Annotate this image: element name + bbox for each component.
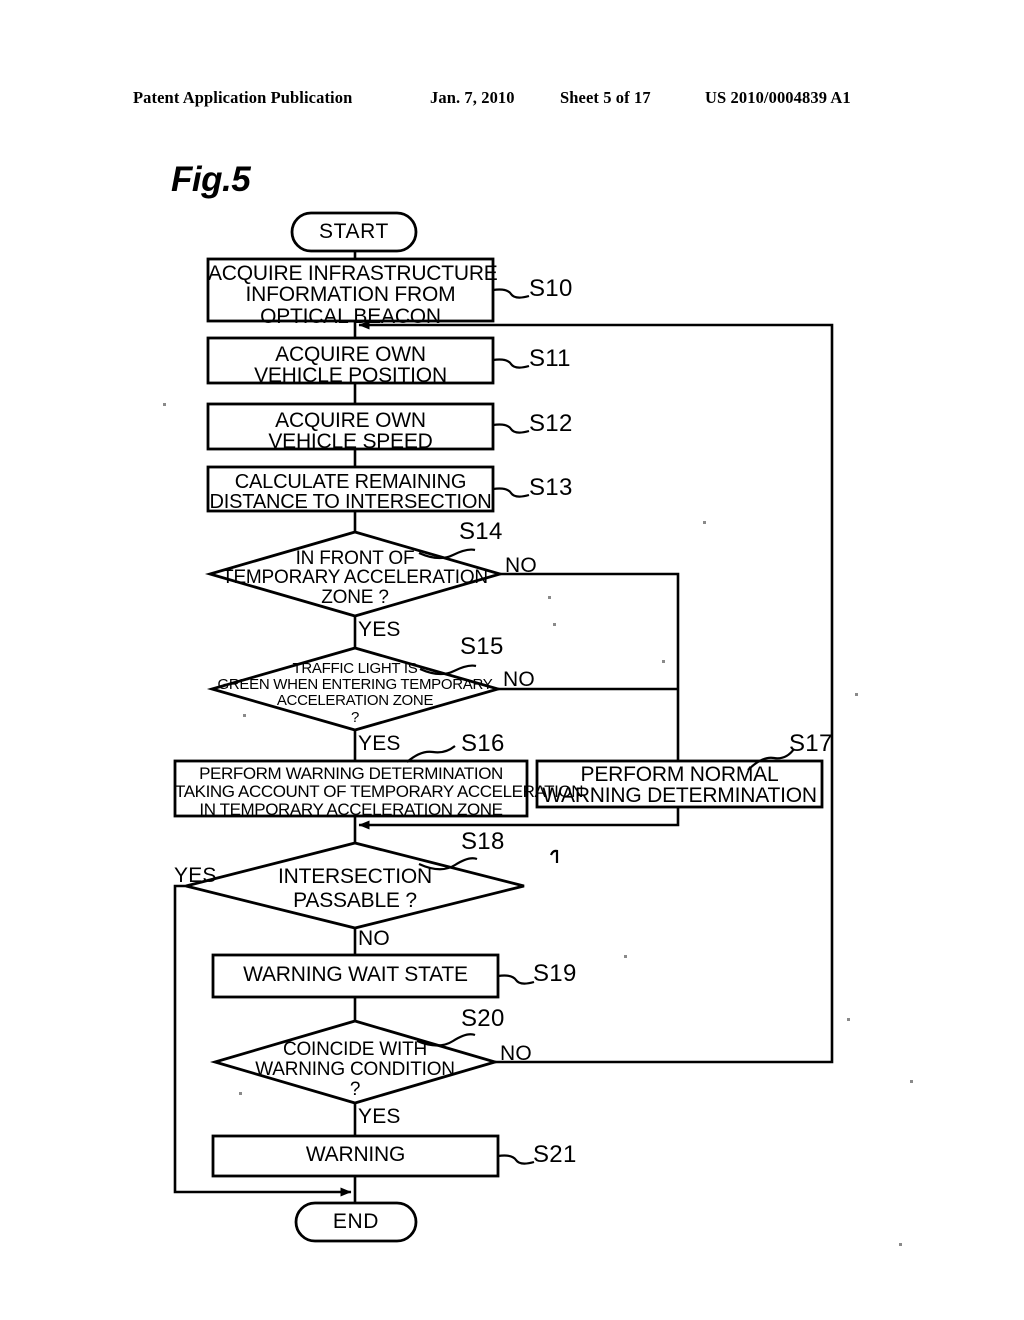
scan-speck bbox=[899, 1243, 902, 1246]
scan-speck bbox=[662, 660, 665, 663]
branch-label-s20-no: NO bbox=[500, 1042, 532, 1065]
scan-speck bbox=[910, 1080, 913, 1083]
leader-s19 bbox=[497, 974, 535, 985]
s12-box-shape bbox=[206, 402, 495, 451]
s16-box-shape bbox=[173, 759, 529, 818]
s20-diamond-shape bbox=[210, 1019, 500, 1105]
scan-artifact-mark bbox=[549, 849, 559, 863]
step-id-s20: S20 bbox=[461, 1005, 505, 1032]
leader-s10 bbox=[492, 288, 530, 299]
scan-speck bbox=[847, 1018, 850, 1021]
step-id-s12: S12 bbox=[529, 410, 573, 437]
branch-label-s20-yes: YES bbox=[358, 1105, 401, 1128]
leader-s16 bbox=[406, 745, 456, 763]
s11-box-shape bbox=[206, 336, 495, 385]
scan-speck bbox=[855, 693, 858, 696]
s17-box-shape bbox=[535, 759, 824, 809]
scan-speck bbox=[243, 714, 246, 717]
step-id-s16: S16 bbox=[461, 730, 505, 757]
leader-s20 bbox=[416, 1033, 476, 1047]
s19-box-shape bbox=[211, 953, 500, 999]
step-id-s15: S15 bbox=[460, 633, 504, 660]
step-id-s14: S14 bbox=[459, 518, 503, 545]
step-id-s17: S17 bbox=[789, 730, 833, 757]
step-id-s19: S19 bbox=[533, 960, 577, 987]
branch-label-s15-no: NO bbox=[503, 668, 535, 691]
leader-s21 bbox=[497, 1154, 535, 1165]
patent-page: Patent Application Publication Jan. 7, 2… bbox=[0, 0, 1024, 1320]
scan-speck bbox=[163, 403, 166, 406]
s14-diamond-shape bbox=[204, 530, 506, 618]
branch-label-s18-no: NO bbox=[358, 927, 390, 950]
s13-box-shape bbox=[206, 465, 495, 513]
flowchart-canvas bbox=[173, 211, 834, 1243]
step-id-s13: S13 bbox=[529, 474, 573, 501]
leader-s13 bbox=[492, 487, 530, 498]
leader-s11 bbox=[492, 358, 530, 369]
step-id-s11: S11 bbox=[529, 345, 571, 372]
branch-label-s14-yes: YES bbox=[358, 618, 401, 641]
leader-s12 bbox=[492, 423, 530, 434]
branch-label-s14-no: NO bbox=[505, 554, 537, 577]
step-id-s18: S18 bbox=[461, 828, 505, 855]
s15-diamond-shape bbox=[206, 646, 504, 732]
start-terminal-shape bbox=[290, 211, 418, 253]
s21-box-shape bbox=[211, 1134, 500, 1178]
branch-label-s18-yes: YES bbox=[174, 864, 217, 887]
scan-speck bbox=[624, 955, 627, 958]
step-id-s10: S10 bbox=[529, 275, 573, 302]
scan-speck bbox=[553, 623, 556, 626]
s10-box-shape bbox=[206, 257, 495, 323]
scan-speck bbox=[548, 596, 551, 599]
branch-label-s15-yes: YES bbox=[358, 732, 401, 755]
end-terminal-shape bbox=[294, 1201, 418, 1243]
step-id-s21: S21 bbox=[533, 1141, 577, 1168]
scan-speck bbox=[703, 521, 706, 524]
scan-speck bbox=[239, 1092, 242, 1095]
